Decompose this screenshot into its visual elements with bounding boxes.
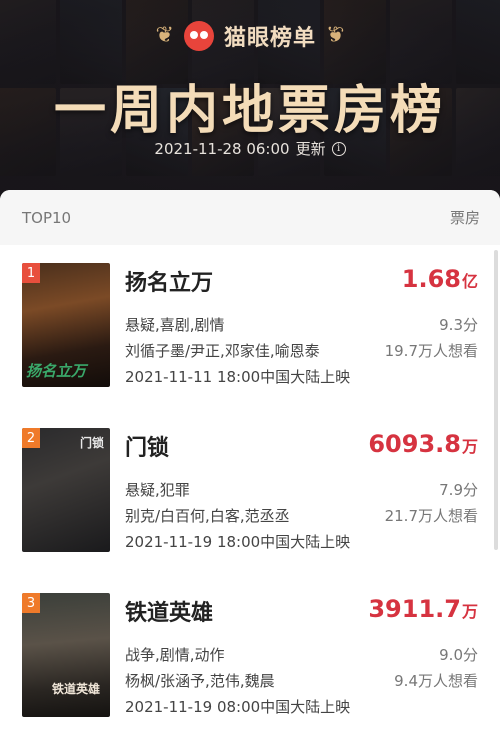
movie-score: 7.9分 [439, 481, 478, 499]
movie-score: 9.0分 [439, 646, 478, 664]
movie-poster[interactable]: 1 扬名立万 [22, 263, 110, 387]
brand-row: ❦ 猫眼榜单 ❦ [0, 18, 500, 54]
poster-caption: 门锁 [79, 436, 104, 450]
movie-genre: 战争,剧情,动作 [125, 646, 225, 664]
movie-item[interactable]: 2 门锁 门锁 6093.8 万 悬疑,犯罪 别克/白百何,白客,范丞丞 202… [0, 428, 500, 578]
movie-wish-count: 9.4万人想看 [394, 672, 478, 690]
update-label: 更新 [295, 140, 326, 158]
movie-title[interactable]: 门锁 [125, 430, 169, 462]
movie-release: 2021-11-11 18:00中国大陆上映 [125, 368, 351, 386]
poster-caption: 扬名立万 [26, 362, 87, 380]
movie-poster[interactable]: 3 铁道英雄 [22, 593, 110, 717]
box-office-value: 6093.8 万 [368, 430, 478, 458]
info-icon[interactable]: i [331, 141, 346, 156]
movie-genre: 悬疑,喜剧,剧情 [125, 316, 225, 334]
gross-unit: 亿 [461, 272, 478, 291]
box-office-label: 票房 [449, 209, 480, 227]
movie-cast: 刘循子墨/尹正,邓家佳,喻恩泰 [125, 342, 320, 360]
movie-genre: 悬疑,犯罪 [125, 481, 190, 499]
movie-release: 2021-11-19 08:00中国大陆上映 [125, 698, 351, 716]
laurel-right-icon: ❦ [326, 23, 345, 48]
movie-item[interactable]: 1 扬名立万 扬名立万 1.68 亿 悬疑,喜剧,剧情 刘循子墨/尹正,邓家佳,… [0, 263, 500, 413]
list-header: TOP10 票房 [0, 190, 500, 245]
box-office-value: 1.68 亿 [402, 265, 478, 293]
box-office-value: 3911.7 万 [368, 595, 478, 623]
gross-number: 6093.8 [368, 430, 461, 458]
laurel-left-icon: ❦ [155, 23, 174, 48]
movie-score: 9.3分 [439, 316, 478, 334]
brand-name: 猫眼榜单 [223, 26, 316, 51]
poster-caption: 铁道英雄 [51, 682, 100, 696]
rank-badge: 1 [22, 263, 40, 283]
movie-item[interactable]: 3 铁道英雄 铁道英雄 3911.7 万 战争,剧情,动作 杨枫/张涵予,范伟,… [0, 593, 500, 743]
movie-title[interactable]: 扬名立万 [125, 265, 213, 297]
movie-wish-count: 21.7万人想看 [384, 507, 478, 525]
movie-release: 2021-11-19 18:00中国大陆上映 [125, 533, 351, 551]
movie-poster[interactable]: 2 门锁 [22, 428, 110, 552]
header-banner: ❦ 猫眼榜单 ❦ 一周内地票房榜 2021-11-28 06:00 更新 i [0, 0, 500, 200]
maoyan-logo-icon [183, 21, 214, 51]
movie-title[interactable]: 铁道英雄 [125, 595, 213, 627]
ranking-card: TOP10 票房 1 扬名立万 扬名立万 1.68 亿 悬疑,喜剧,剧情 刘循子… [0, 190, 500, 747]
gross-unit: 万 [461, 437, 478, 456]
gross-number: 1.68 [401, 265, 461, 293]
gross-unit: 万 [461, 602, 478, 621]
gross-number: 3911.7 [368, 595, 461, 623]
movie-cast: 杨枫/张涵予,范伟,魏晨 [125, 672, 275, 690]
movie-wish-count: 19.7万人想看 [384, 342, 478, 360]
top10-label: TOP10 [22, 208, 72, 227]
page-title: 一周内地票房榜 [53, 81, 446, 141]
movie-cast: 别克/白百何,白客,范丞丞 [125, 507, 290, 525]
rank-badge: 3 [22, 593, 40, 613]
update-info: 2021-11-28 06:00 更新 i [0, 138, 500, 159]
update-time: 2021-11-28 06:00 [154, 139, 290, 158]
rank-badge: 2 [22, 428, 40, 448]
